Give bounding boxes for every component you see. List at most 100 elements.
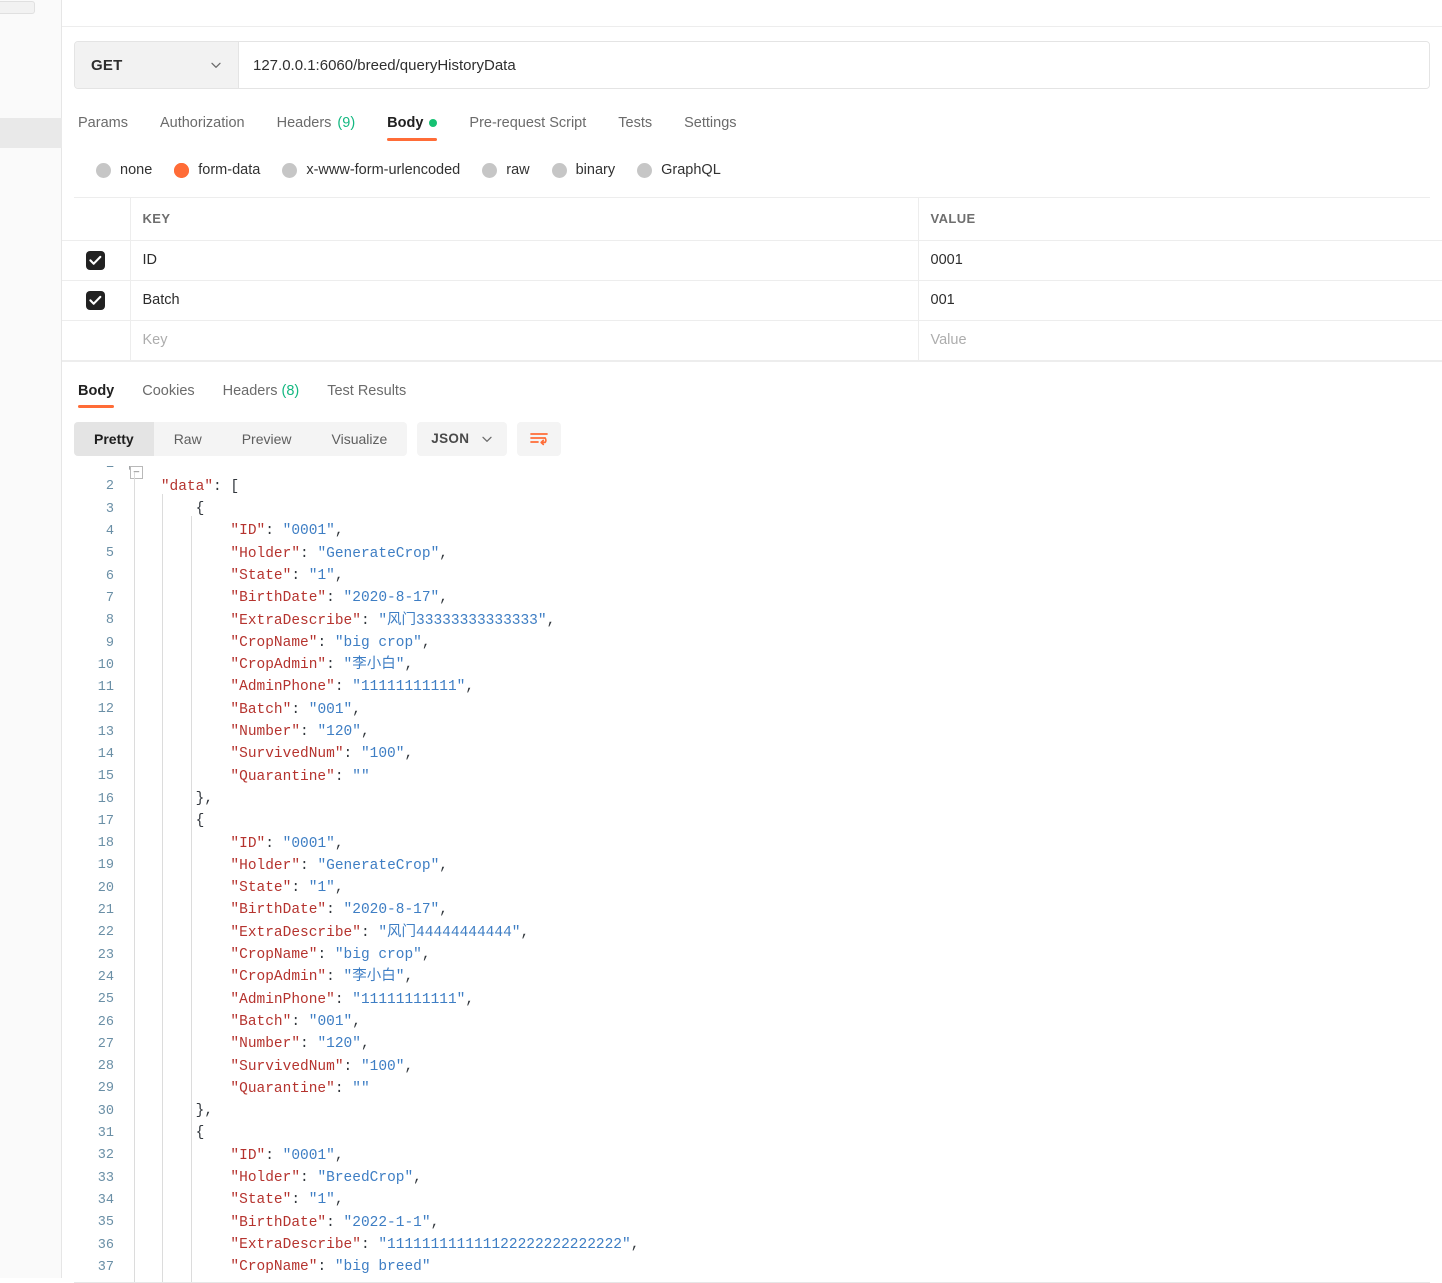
response-body-code-viewer[interactable]: 1{2 "data": [3 {4 "ID": "0001",5 "Holder… (74, 465, 1430, 1283)
response-tab-headers[interactable]: Headers (8) (209, 383, 314, 408)
line-number: 2 (105, 479, 114, 495)
code-line: 30 }, (74, 1100, 1430, 1122)
active-tab-underline (387, 138, 438, 141)
body-type-graphql-label: GraphQL (661, 162, 721, 178)
view-mode-raw[interactable]: Raw (154, 422, 222, 456)
code-line: 17 { (74, 810, 1430, 832)
line-number: 14 (97, 747, 114, 762)
form-data-table-wrapper: KEY VALUE ID 0001 Batch 001 Key Value (62, 198, 1442, 362)
new-value-input[interactable]: Value (918, 320, 1442, 361)
response-format-select[interactable]: JSON (417, 421, 508, 456)
response-tabs: Body Cookies Headers (8) Test Results (74, 376, 1430, 408)
chevron-down-icon (481, 433, 493, 445)
row-key[interactable]: ID (130, 240, 919, 281)
view-mode-group: Pretty Raw Preview Visualize (74, 421, 408, 456)
view-mode-pretty[interactable]: Pretty (74, 421, 154, 456)
row-value[interactable]: 0001 (918, 240, 1442, 281)
tab-body[interactable]: Body (371, 115, 453, 141)
tab-body-label: Body (387, 115, 424, 131)
line-number: 6 (105, 568, 114, 584)
line-number: 21 (97, 903, 114, 919)
response-tab-cookies-label: Cookies (142, 382, 195, 399)
body-type-x-www-form-urlencoded-label: x-www-form-urlencoded (306, 162, 461, 178)
code-line-text: "State": "1", (230, 880, 344, 897)
code-line: 31 { (74, 1122, 1430, 1144)
active-tab-underline (78, 404, 115, 408)
url-bar: GET 127.0.0.1:6060/breed/queryHistoryDat… (74, 41, 1430, 89)
radio-selected-icon (174, 162, 190, 178)
code-line: 29 "Quarantine": "" (74, 1078, 1430, 1100)
clipped-tab-strip (62, 0, 1442, 27)
code-line-text: "ID": "0001", (230, 523, 344, 540)
row-key[interactable]: Batch (130, 280, 919, 321)
code-line: 4 "ID": "0001", (74, 520, 1430, 542)
code-line: 9 "CropName": "big crop", (74, 632, 1430, 654)
tab-pre-request-script[interactable]: Pre-request Script (453, 115, 602, 141)
tab-params[interactable]: Params (74, 115, 144, 141)
code-line: 8 "ExtraDescribe": "风门33333333333333", (74, 610, 1430, 632)
tab-headers[interactable]: Headers (9) (261, 115, 372, 141)
code-line-text: "ExtraDescribe": "1111111111111222222222… (230, 1236, 640, 1253)
body-type-none-label: none (120, 162, 153, 178)
code-line: 35 "BirthDate": "2022-1-1", (74, 1212, 1430, 1234)
row-value[interactable]: 001 (918, 280, 1442, 321)
checkbox-checked-icon[interactable] (86, 290, 106, 310)
line-number: 24 (97, 969, 114, 985)
request-tabs: Params Authorization Headers (9) Body Pr… (74, 107, 1430, 141)
word-wrap-icon[interactable] (517, 421, 562, 456)
response-tab-test-results[interactable]: Test Results (313, 383, 420, 408)
response-tab-cookies[interactable]: Cookies (128, 383, 208, 408)
code-line-text: { (195, 501, 205, 518)
url-input[interactable]: 127.0.0.1:6060/breed/queryHistoryData (239, 42, 1429, 88)
code-line-text: "State": "1", (230, 1192, 344, 1209)
tab-authorization[interactable]: Authorization (144, 115, 261, 141)
checkbox-checked-icon[interactable] (86, 250, 106, 270)
table-row-placeholder: Key Value (62, 320, 1442, 361)
code-line-text: "BirthDate": "2020-8-17", (230, 902, 448, 919)
line-number: 15 (97, 769, 114, 785)
body-type-x-www-form-urlencoded[interactable]: x-www-form-urlencoded (282, 162, 482, 178)
code-line: 7 "BirthDate": "2020-8-17", (74, 587, 1430, 609)
fold-toggle-icon[interactable]: — (130, 465, 143, 479)
code-line-text: "Batch": "001", (230, 701, 361, 718)
body-type-form-data[interactable]: form-data (174, 162, 282, 178)
line-number: 22 (97, 925, 114, 941)
new-key-input[interactable]: Key (130, 320, 919, 361)
code-line-text: "Holder": "GenerateCrop", (230, 545, 448, 562)
code-line: 16 }, (74, 788, 1430, 810)
form-data-table: KEY VALUE ID 0001 Batch 001 Key Value (62, 198, 1442, 361)
code-line: 26 "Batch": "001", (74, 1011, 1430, 1033)
line-number: 23 (97, 947, 114, 963)
sidebar-highlight-band[interactable] (0, 118, 62, 148)
code-line-text: }, (195, 790, 214, 807)
http-method-select[interactable]: GET (75, 42, 239, 88)
tab-tests[interactable]: Tests (602, 115, 668, 141)
body-type-binary[interactable]: binary (551, 162, 638, 178)
code-line-text: "ID": "0001", (230, 835, 344, 852)
view-mode-preview[interactable]: Preview (222, 422, 312, 456)
line-number: 31 (97, 1126, 114, 1142)
code-line-text: "Quarantine": "" (230, 768, 370, 785)
code-line: 25 "AdminPhone": "11111111111", (74, 989, 1430, 1011)
code-line: 37 "CropName": "big breed" (74, 1256, 1430, 1278)
line-number: 34 (97, 1192, 114, 1208)
code-line: 34 "State": "1", (74, 1189, 1430, 1211)
line-number: 32 (97, 1148, 114, 1164)
tab-settings[interactable]: Settings (668, 115, 752, 141)
radio-icon (96, 162, 111, 178)
tab-headers-label: Headers (276, 115, 332, 131)
response-tab-body[interactable]: Body (74, 383, 128, 408)
line-number: 19 (97, 858, 114, 874)
code-line: 20 "State": "1", (74, 877, 1430, 899)
body-type-none[interactable]: none (74, 162, 174, 178)
body-type-raw[interactable]: raw (482, 162, 551, 178)
code-line: 15 "Quarantine": "" (74, 766, 1430, 788)
line-number: 20 (97, 880, 114, 896)
sidebar-collapsed-chip[interactable] (0, 1, 35, 14)
view-mode-visualize[interactable]: Visualize (312, 422, 408, 456)
code-line-text: "AdminPhone": "11111111111", (230, 991, 475, 1008)
body-type-graphql[interactable]: GraphQL (637, 162, 743, 178)
code-line: 23 "CropName": "big crop", (74, 944, 1430, 966)
code-line: 21 "BirthDate": "2020-8-17", (74, 899, 1430, 921)
code-line: 1{ (74, 466, 1430, 476)
